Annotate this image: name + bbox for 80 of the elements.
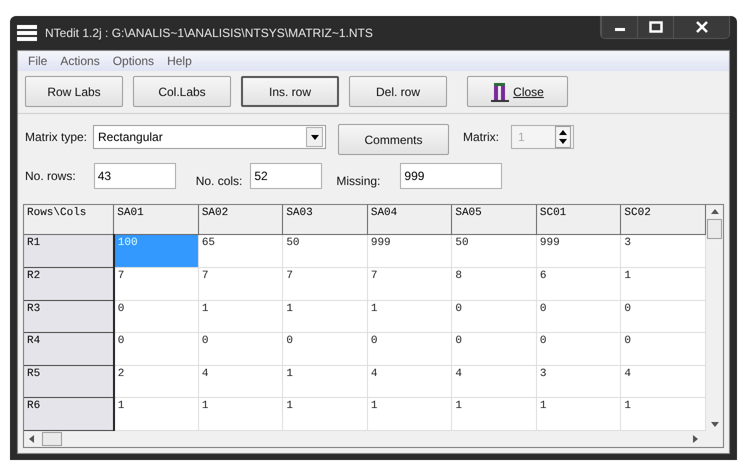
column-header[interactable]: SA05 <box>452 205 536 235</box>
dropdown-arrow-icon <box>310 134 319 140</box>
table-cell[interactable]: 0 <box>452 300 536 333</box>
table-cell[interactable]: 0 <box>536 332 621 366</box>
row-header[interactable]: R5 <box>24 365 114 398</box>
row-header[interactable]: R2 <box>24 267 114 300</box>
table-cell[interactable]: 7 <box>282 267 368 300</box>
matrix-type-label: Matrix type: <box>25 130 88 144</box>
close-icon <box>694 21 708 33</box>
scrollbar-thumb[interactable] <box>42 432 62 446</box>
text-field[interactable]: 999 <box>400 163 502 189</box>
table-cell[interactable]: 0 <box>114 300 198 333</box>
menu-item[interactable]: File <box>22 54 54 68</box>
table-cell[interactable]: 999 <box>536 234 621 268</box>
table-cell[interactable]: 7 <box>367 267 452 300</box>
menu-item[interactable]: Actions <box>54 54 107 68</box>
scroll-down-icon <box>710 422 718 427</box>
column-header[interactable]: SA02 <box>198 205 283 235</box>
table-cell[interactable]: 1 <box>282 300 368 333</box>
matrix-label: Matrix: <box>463 130 500 144</box>
row-header[interactable]: R1 <box>24 234 114 268</box>
menu-item[interactable]: Help <box>161 54 199 68</box>
row-header[interactable]: R3 <box>24 300 114 333</box>
table-cell[interactable]: 0 <box>452 332 536 366</box>
minimize-button[interactable] <box>601 16 637 38</box>
table-cell[interactable]: 4 <box>198 365 283 398</box>
table-cell[interactable]: 65 <box>198 234 283 268</box>
table-cell[interactable]: 7 <box>114 267 198 300</box>
scroll-left-icon <box>29 435 34 443</box>
row-header[interactable]: R6 <box>24 398 114 430</box>
scroll-right-icon <box>693 435 698 443</box>
window-title: NTedit 1.2j : G:\ANALIS~1\ANALISIS\NTSYS\MATRIZ~1.NTS <box>45 26 374 40</box>
horizontal-scrollbar[interactable] <box>24 431 723 447</box>
column-header[interactable]: SA04 <box>367 205 452 235</box>
table-cell[interactable]: 1 <box>282 365 368 398</box>
maximize-button[interactable] <box>637 16 673 38</box>
column-header[interactable]: SA01 <box>114 205 198 235</box>
column-header[interactable]: SC02 <box>620 205 706 235</box>
toolbar-button[interactable]: Row Labs <box>25 76 123 107</box>
scrollbar-thumb[interactable] <box>707 219 722 239</box>
text-field[interactable]: 52 <box>250 163 322 189</box>
row-header[interactable]: R4 <box>24 332 114 366</box>
spinner-arrows-icon <box>558 129 568 145</box>
table-cell[interactable]: 50 <box>282 234 368 268</box>
vertical-scrollbar[interactable] <box>706 205 723 431</box>
table-cell[interactable]: 4 <box>367 365 452 398</box>
table-cell[interactable]: 2 <box>114 365 198 398</box>
matrix-type-dropdown[interactable]: Rectangular <box>93 125 326 149</box>
menu-lines-icon <box>17 24 37 42</box>
corner-header: Rows\Cols <box>24 205 114 235</box>
missing-label: Missing: <box>336 174 380 188</box>
table-cell[interactable]: 4 <box>452 365 536 398</box>
scroll-up-icon <box>710 209 718 214</box>
maximize-icon <box>648 21 662 33</box>
table-cell[interactable]: 0 <box>198 332 283 366</box>
rows-label: No. rows: <box>25 169 76 183</box>
table-cell[interactable]: 1 <box>367 300 452 333</box>
table-cell[interactable]: 7 <box>198 267 283 300</box>
close-button[interactable]: Close <box>467 76 568 107</box>
table-cell[interactable]: 0 <box>282 332 368 366</box>
close-button[interactable] <box>673 16 729 38</box>
toolbar-button[interactable]: Del. row <box>349 76 447 107</box>
table-cell[interactable]: 0 <box>114 332 198 366</box>
table-cell[interactable]: 6 <box>536 267 621 300</box>
table-cell[interactable]: 50 <box>452 234 536 268</box>
table-cell[interactable]: 0 <box>536 300 621 333</box>
table-cell[interactable]: 8 <box>452 267 536 300</box>
column-header[interactable]: SA03 <box>282 205 368 235</box>
column-header[interactable]: SC01 <box>536 205 621 235</box>
cols-label: No. cols: <box>196 174 242 188</box>
toolbar-button[interactable]: Ins. row <box>241 76 339 107</box>
toolbar-button[interactable]: Col.Labs <box>133 76 231 107</box>
comments-button[interactable]: Comments <box>338 124 450 155</box>
table-cell[interactable]: 0 <box>367 332 452 366</box>
table-cell[interactable]: 1 <box>198 300 283 333</box>
text-field[interactable]: 43 <box>94 163 176 189</box>
table-cell[interactable]: 999 <box>367 234 452 268</box>
door-icon <box>491 82 510 102</box>
menu-item[interactable]: Options <box>106 54 162 68</box>
table-cell[interactable]: 3 <box>536 365 621 398</box>
